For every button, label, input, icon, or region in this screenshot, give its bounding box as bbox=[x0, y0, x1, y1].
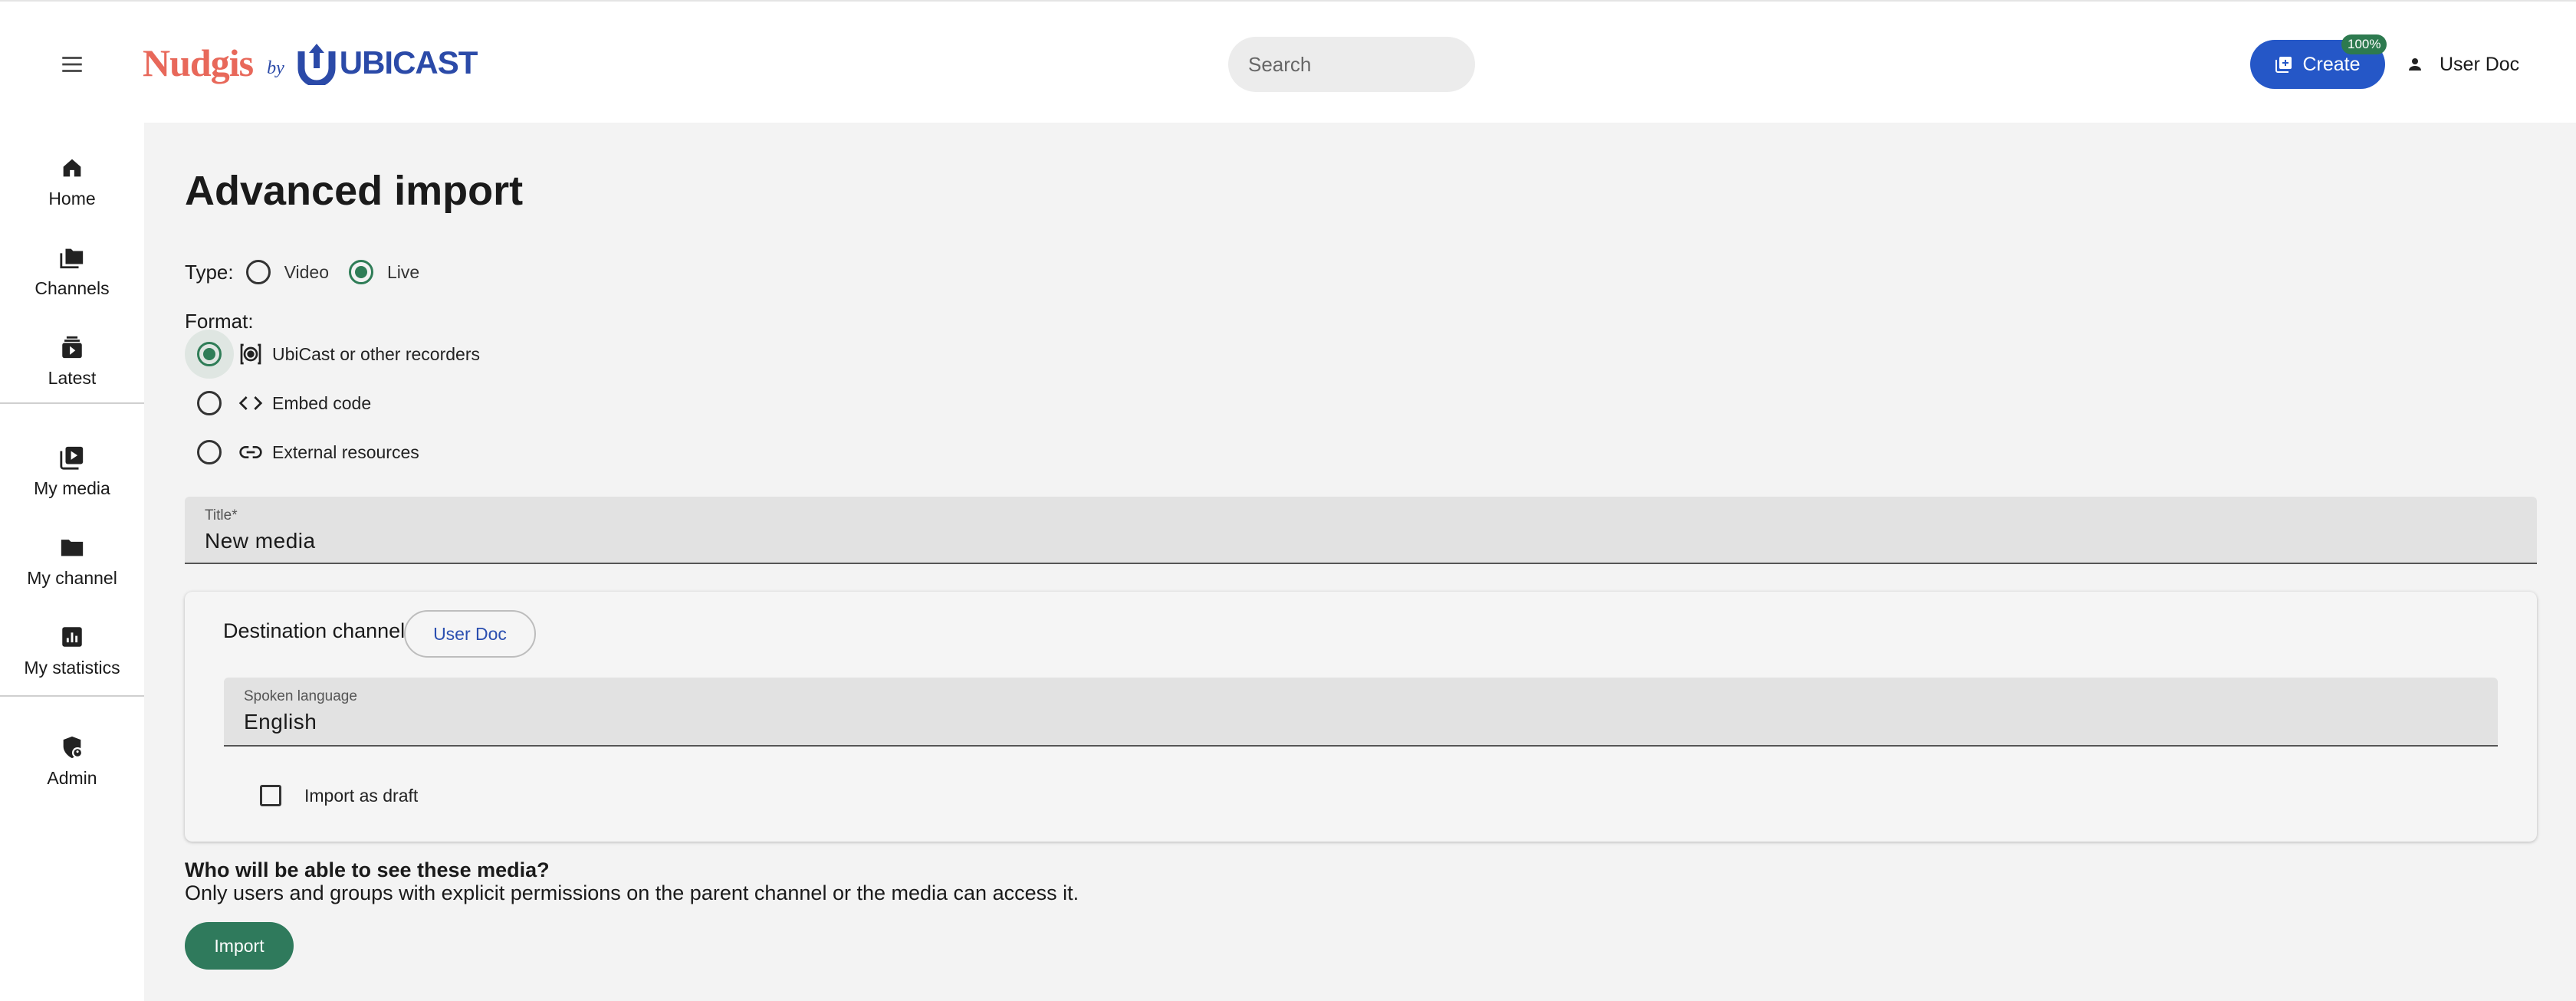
format-recorders-radio-wrap[interactable] bbox=[185, 330, 234, 379]
logo-nudgis: Nudgis bbox=[143, 41, 254, 84]
import-as-draft-checkbox[interactable] bbox=[260, 785, 281, 806]
format-option-recorders[interactable]: UbiCast or other recorders bbox=[185, 330, 480, 379]
import-button[interactable]: Import bbox=[185, 922, 294, 970]
sidebar-item-channels[interactable]: Channels bbox=[0, 228, 144, 304]
sidebar-item-label: My channel bbox=[27, 568, 117, 588]
sidebar-divider bbox=[0, 402, 144, 404]
title-field[interactable]: Title* New media bbox=[185, 497, 2537, 564]
code-icon bbox=[238, 396, 263, 410]
statistics-icon bbox=[62, 627, 82, 647]
format-external-radio-wrap[interactable] bbox=[185, 428, 234, 477]
type-live-label[interactable]: Live bbox=[387, 262, 419, 283]
format-option-external[interactable]: External resources bbox=[185, 428, 419, 477]
type-live-radio[interactable] bbox=[349, 260, 374, 284]
admin-shield-icon bbox=[63, 736, 84, 759]
type-video-radio[interactable] bbox=[245, 260, 271, 284]
type-selector: Type: Video Live bbox=[185, 253, 439, 291]
sidebar-item-my-channel[interactable]: My channel bbox=[0, 517, 144, 594]
link-icon bbox=[239, 446, 262, 458]
sidebar-item-my-media[interactable]: My media bbox=[0, 428, 144, 504]
import-as-draft-label[interactable]: Import as draft bbox=[304, 786, 418, 806]
format-external-radio[interactable] bbox=[197, 440, 222, 464]
sidebar-item-my-statistics[interactable]: My statistics bbox=[0, 607, 144, 684]
my-media-icon bbox=[60, 446, 84, 470]
home-icon bbox=[63, 159, 81, 177]
visibility-description: Only users and groups with explicit perm… bbox=[185, 881, 1079, 904]
sidebar-item-latest[interactable]: Latest bbox=[0, 317, 144, 394]
logo-ubicast: UBICAST bbox=[339, 44, 478, 80]
sidebar-item-label: Channels bbox=[34, 278, 110, 298]
format-option-embed[interactable]: Embed code bbox=[185, 379, 371, 428]
title-field-value[interactable]: New media bbox=[205, 529, 316, 553]
latest-icon bbox=[62, 336, 82, 359]
user-menu[interactable]: User Doc bbox=[2406, 49, 2519, 80]
folders-icon bbox=[60, 248, 84, 269]
type-video-label[interactable]: Video bbox=[284, 262, 329, 283]
user-name: User Doc bbox=[2440, 53, 2520, 75]
main-content: Advanced import Type: Video Live Format:… bbox=[144, 123, 2576, 1001]
destination-channel-label: Destination channel bbox=[223, 619, 406, 642]
import-as-draft-option[interactable]: Import as draft bbox=[237, 782, 418, 809]
ubicast-mark-icon bbox=[297, 44, 336, 85]
add-media-icon bbox=[2275, 57, 2292, 73]
sidebar-item-label: My media bbox=[34, 478, 110, 498]
sidebar-item-admin[interactable]: Admin bbox=[0, 717, 144, 794]
sidebar-item-home[interactable]: Home bbox=[0, 138, 144, 215]
destination-channel-button[interactable]: User Doc bbox=[404, 610, 536, 658]
person-icon bbox=[2409, 58, 2421, 71]
spoken-language-label: Spoken language bbox=[244, 688, 357, 704]
spoken-language-select[interactable]: Spoken language English bbox=[224, 678, 2498, 747]
format-embed-radio[interactable] bbox=[197, 391, 222, 415]
visibility-title: Who will be able to see these media? bbox=[185, 858, 550, 881]
options-card: Destination channel User Doc Spoken lang… bbox=[185, 592, 2537, 842]
search-bar[interactable] bbox=[1228, 37, 1505, 92]
sidebar-item-label: Home bbox=[48, 189, 96, 208]
format-external-label[interactable]: External resources bbox=[272, 442, 419, 463]
logo-by: by bbox=[267, 57, 284, 78]
page-title: Advanced import bbox=[185, 168, 524, 214]
upload-progress-badge: 100% bbox=[2341, 34, 2387, 54]
format-embed-label[interactable]: Embed code bbox=[272, 393, 371, 414]
format-recorders-radio[interactable] bbox=[197, 342, 222, 366]
logo[interactable]: Nudgis by UBICAST bbox=[143, 40, 478, 86]
create-label: Create bbox=[2302, 53, 2361, 75]
spoken-language-value[interactable]: English bbox=[244, 710, 317, 734]
menu-icon[interactable] bbox=[57, 49, 87, 80]
top-bar: Nudgis by UBICAST Create 100% User Doc bbox=[0, 0, 2576, 123]
recorder-icon bbox=[240, 343, 261, 365]
sidebar-item-label: Admin bbox=[47, 768, 97, 788]
sidebar: Home Channels Latest My media My channel bbox=[0, 123, 144, 1001]
search-input[interactable] bbox=[1248, 52, 1505, 77]
sidebar-item-label: My statistics bbox=[24, 658, 120, 678]
format-embed-radio-wrap[interactable] bbox=[185, 379, 234, 428]
sidebar-item-label: Latest bbox=[48, 368, 97, 388]
title-field-label: Title* bbox=[205, 507, 238, 523]
type-label: Type: bbox=[185, 260, 234, 284]
folder-icon bbox=[61, 540, 84, 556]
format-recorders-label[interactable]: UbiCast or other recorders bbox=[272, 344, 480, 365]
sidebar-divider bbox=[0, 695, 144, 697]
